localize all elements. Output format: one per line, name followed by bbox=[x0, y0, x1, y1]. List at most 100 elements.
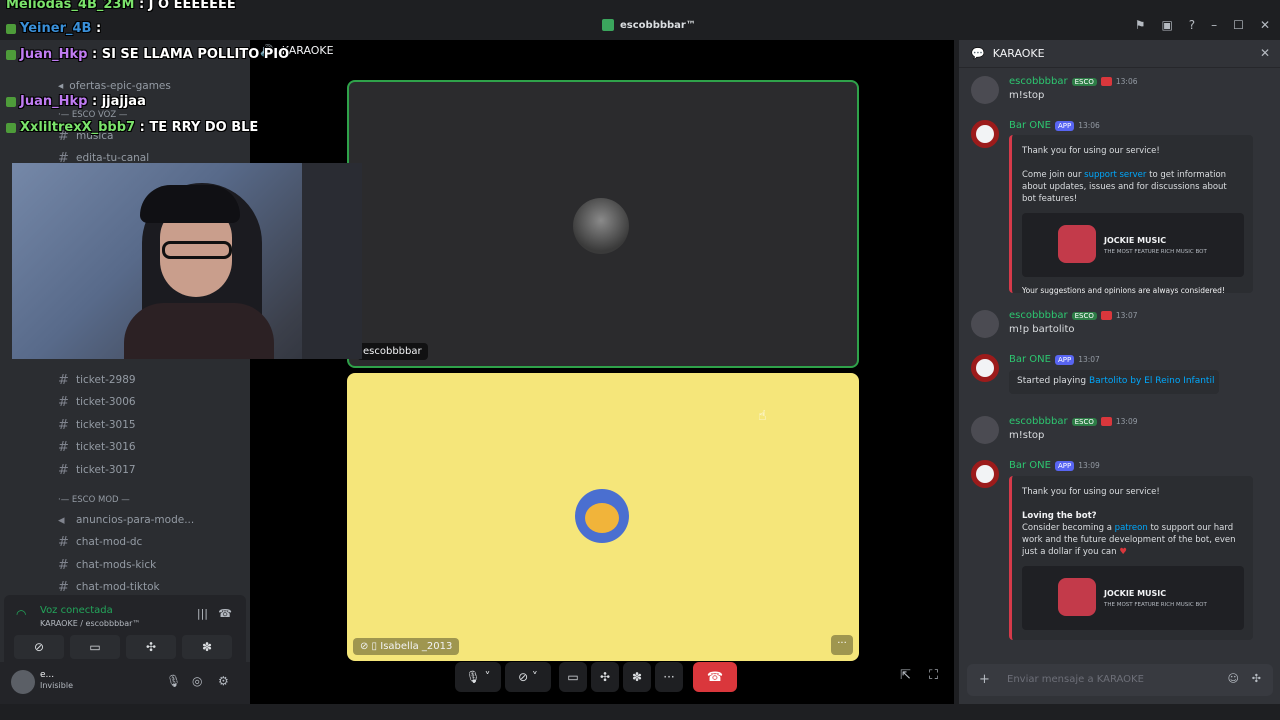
disconnect-button[interactable]: ☎ bbox=[693, 662, 737, 692]
participant-tile[interactable]: escobbbbar bbox=[347, 80, 859, 368]
cursor-icon: ☝ bbox=[758, 408, 767, 424]
channel-item[interactable]: ◂ anuncios-para-mode... bbox=[58, 510, 194, 530]
overlay-chat-line: XxliltrexX_bbb7 : TE RRY DO BLE bbox=[6, 120, 258, 135]
apps-icon[interactable]: ✣ bbox=[1252, 672, 1261, 685]
overlay-chat-line: Juan_Hkp : SI SE LLAMA POLLITO PIO bbox=[6, 47, 289, 62]
overlay-chat-line: Juan_Hkp : jjajjaa bbox=[6, 94, 146, 109]
screen-share-button[interactable]: ▭ bbox=[70, 635, 120, 659]
category-voz[interactable]: ·— ESCO VOZ — bbox=[58, 110, 127, 120]
user-name: e... bbox=[40, 670, 55, 680]
hash-icon: # bbox=[58, 557, 69, 573]
hash-icon: # bbox=[58, 534, 69, 550]
fullscreen-icon[interactable]: ⛶ bbox=[929, 668, 938, 683]
live-icon bbox=[1100, 311, 1112, 320]
channel-item[interactable]: # ticket-3006 bbox=[58, 392, 136, 412]
text-chat-panel: 💬 KARAOKE ✕ escobbbbar ESCO 13:06 m!stop B… bbox=[958, 40, 1280, 704]
disconnect-icon[interactable]: ☎ bbox=[218, 607, 232, 620]
bot-embed: Thank you for using our service! Loving … bbox=[1009, 476, 1253, 640]
server-icon bbox=[602, 19, 614, 31]
channel-item[interactable]: # chat-mods-kick bbox=[58, 555, 156, 575]
channel-item[interactable]: # chat-mod-tiktok bbox=[58, 577, 160, 597]
more-options-button[interactable]: ··· bbox=[831, 635, 853, 655]
activities-button[interactable]: ✣ bbox=[591, 662, 619, 692]
avatar[interactable] bbox=[11, 670, 35, 694]
channel-item[interactable]: # ticket-3015 bbox=[58, 415, 136, 435]
bot-embed: Thank you for using our service! Come jo… bbox=[1009, 135, 1253, 295]
patreon-link[interactable]: patreon bbox=[1115, 523, 1148, 533]
close-icon[interactable]: ✕ bbox=[1260, 46, 1270, 60]
add-attachment-icon[interactable]: + bbox=[979, 672, 990, 687]
voice-status-subtitle: KARAOKE / escobbbbar™ bbox=[40, 619, 141, 628]
help-icon[interactable]: ? bbox=[1189, 18, 1195, 32]
heart-icon: ♥ bbox=[1119, 547, 1127, 557]
window-icon[interactable]: ▣ bbox=[1161, 18, 1172, 32]
user-status: Invisible bbox=[40, 681, 73, 690]
screen-share-button[interactable]: ▭ bbox=[559, 662, 587, 692]
channel-item[interactable]: ◂ ofertas-epic-games bbox=[58, 76, 171, 96]
soundboard-button[interactable]: ✽ bbox=[182, 635, 232, 659]
track-link[interactable]: Bartolito by El Reino Infantil bbox=[1089, 376, 1215, 386]
gear-icon[interactable]: ⚙ bbox=[218, 674, 229, 688]
camera-off-button[interactable]: ⊘ bbox=[14, 635, 64, 659]
now-playing-embed: Started playing Bartolito by El Reino In… bbox=[1009, 370, 1219, 394]
voice-channel-icon: ◂ bbox=[58, 80, 64, 92]
participant-avatar bbox=[575, 489, 629, 543]
more-button[interactable]: ··· bbox=[655, 662, 683, 692]
jockie-logo-icon bbox=[1058, 225, 1096, 263]
avatar[interactable] bbox=[971, 460, 999, 488]
support-server-link[interactable]: support server bbox=[1084, 170, 1146, 180]
channel-sidebar: ◂ ofertas-epic-games ·— ESCO VOZ — # músic… bbox=[0, 40, 250, 704]
chat-header: 💬 KARAOKE bbox=[959, 40, 1280, 68]
minimize-icon[interactable]: – bbox=[1211, 18, 1217, 32]
microphone-icon[interactable]: 🎙 bbox=[166, 674, 181, 688]
window-title: escobbbbar™ bbox=[602, 19, 696, 31]
avatar[interactable] bbox=[971, 310, 999, 338]
jockie-logo-icon bbox=[1058, 578, 1096, 616]
hash-icon: # bbox=[58, 372, 69, 388]
channel-item[interactable]: # ticket-3017 bbox=[58, 460, 136, 480]
streamer-webcam bbox=[12, 163, 362, 359]
participant-name: escobbbbar bbox=[357, 343, 428, 360]
chat-bubble-icon: 💬 bbox=[971, 47, 985, 60]
participant-tile[interactable]: ⊘ ▯ Isabella _2013 ··· bbox=[347, 373, 859, 661]
close-icon[interactable]: ✕ bbox=[1260, 18, 1270, 32]
activities-button[interactable]: ✣ bbox=[126, 635, 176, 659]
signal-icon[interactable]: ◠ bbox=[16, 607, 26, 621]
hash-icon: # bbox=[58, 579, 69, 595]
hash-icon: # bbox=[58, 462, 69, 478]
inbox-icon[interactable]: ⚑ bbox=[1135, 18, 1146, 32]
channel-item[interactable]: # ticket-2989 bbox=[58, 370, 136, 390]
soundboard-icon[interactable]: ||| bbox=[197, 607, 208, 620]
announce-icon: ◂ bbox=[58, 512, 65, 528]
emoji-icon[interactable]: ☺ bbox=[1228, 672, 1239, 685]
category-mod[interactable]: ·— ESCO MOD — bbox=[58, 495, 130, 505]
jockie-banner: JOCKIE MUSIC THE MOST FEATURE RICH MUSIC… bbox=[1022, 566, 1244, 630]
avatar[interactable] bbox=[971, 120, 999, 148]
avatar[interactable] bbox=[971, 76, 999, 104]
live-icon bbox=[1100, 417, 1112, 426]
live-icon bbox=[1100, 77, 1112, 86]
window-controls: ⚑ ▣ ? – ☐ ✕ bbox=[1135, 18, 1270, 32]
maximize-icon[interactable]: ☐ bbox=[1233, 18, 1244, 32]
muted-icon: ⊘ ▯ bbox=[360, 641, 381, 652]
hash-icon: # bbox=[58, 439, 69, 455]
user-panel: e... Invisible 🎙 ◎ ⚙ bbox=[0, 662, 250, 704]
hash-icon: # bbox=[58, 417, 69, 433]
participant-name: ⊘ ▯ Isabella _2013 bbox=[353, 638, 460, 655]
popout-icon[interactable]: ⇱ bbox=[900, 668, 911, 683]
overlay-chat-line: Yeiner_4B : bbox=[6, 21, 101, 36]
participant-avatar bbox=[573, 198, 629, 254]
channel-item[interactable]: # chat-mod-dc bbox=[58, 532, 142, 552]
overlay-chat-line: Meliodas_4B_23M : J O EEEEEEE bbox=[6, 0, 236, 12]
jockie-banner: JOCKIE MUSIC THE MOST FEATURE RICH MUSIC… bbox=[1022, 213, 1244, 277]
headphones-icon[interactable]: ◎ bbox=[192, 674, 202, 688]
avatar[interactable] bbox=[971, 416, 999, 444]
microphone-button[interactable]: 🎙 ˅ bbox=[455, 662, 501, 692]
soundboard-button[interactable]: ✽ bbox=[623, 662, 651, 692]
hash-icon: # bbox=[58, 394, 69, 410]
message-input[interactable]: + Enviar mensaje a KARAOKE ☺ ✣ bbox=[967, 664, 1273, 696]
camera-button[interactable]: ⊘ ˅ bbox=[505, 662, 551, 692]
voice-status-title: Voz conectada bbox=[40, 605, 113, 616]
channel-item[interactable]: # ticket-3016 bbox=[58, 437, 136, 457]
avatar[interactable] bbox=[971, 354, 999, 382]
